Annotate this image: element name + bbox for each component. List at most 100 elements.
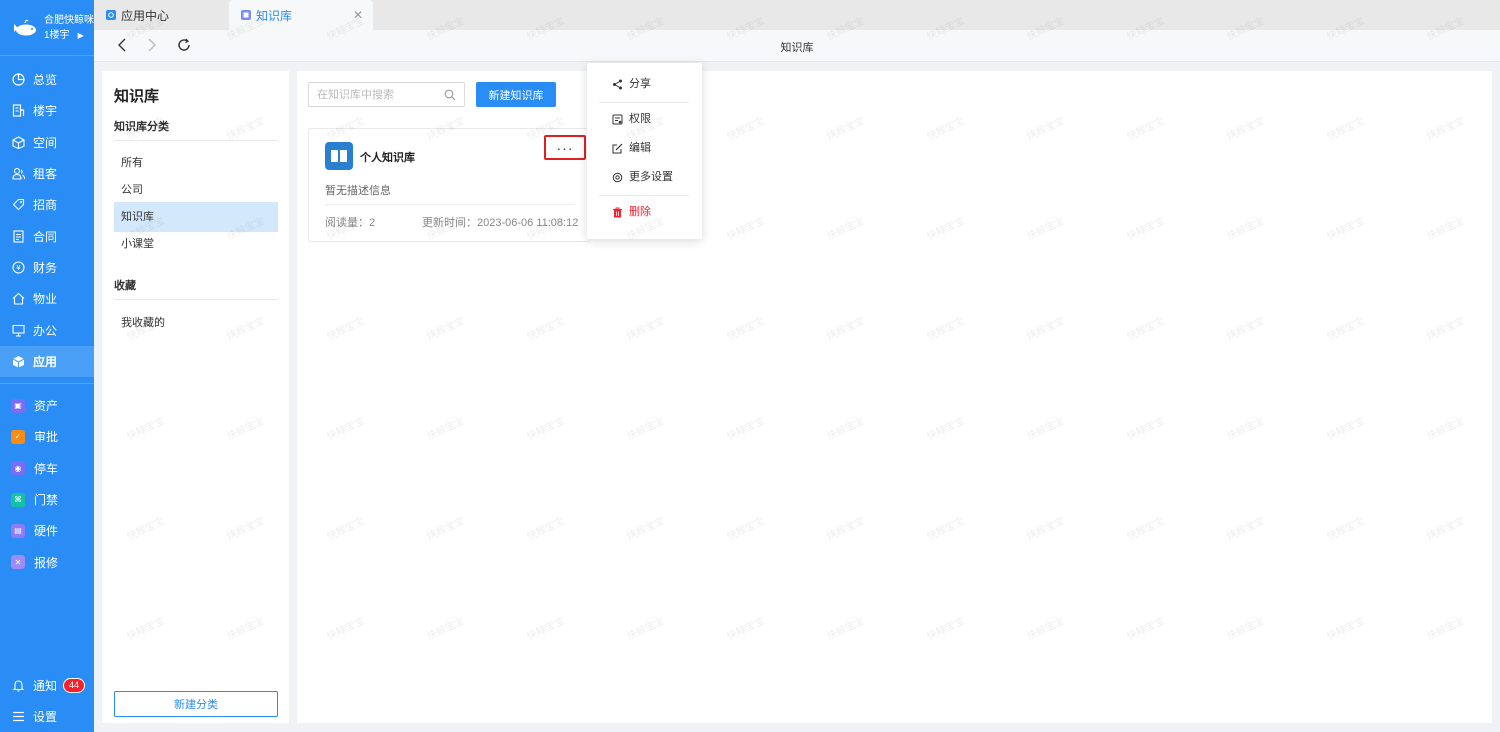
new-category-button[interactable]: 新建分类 — [114, 691, 278, 717]
knowledge-icon — [241, 10, 251, 20]
org-switcher[interactable]: 合肥快鲸咪 1楼宇 ▶ — [0, 0, 94, 56]
nav-item-asset[interactable]: ▣ 资产 — [0, 390, 94, 421]
search-box — [308, 82, 465, 107]
tab-bar: 应用中心 知识库 ✕ — [94, 0, 1500, 30]
nav-label: 招商 — [33, 198, 58, 213]
nav-item-hardware[interactable]: ▤ 硬件 — [0, 515, 94, 546]
category-item-classroom[interactable]: 小课堂 — [114, 229, 278, 259]
space-icon — [11, 135, 25, 149]
tenant-icon — [11, 167, 25, 181]
tab-knowledge-base[interactable]: 知识库 ✕ — [229, 0, 373, 30]
divider — [599, 102, 689, 103]
favorite-item-my-favorites[interactable]: 我收藏的 — [114, 308, 278, 338]
nav-item-parking[interactable]: ◉ 停车 — [0, 453, 94, 484]
org-name: 合肥快鲸咪 — [44, 14, 94, 26]
tag-icon — [11, 198, 25, 212]
gear-icon — [611, 171, 623, 183]
nav-item-property[interactable]: 物业 — [0, 283, 94, 314]
search-icon[interactable] — [444, 89, 456, 101]
nav-label: 资产 — [34, 399, 59, 414]
tab-label: 知识库 — [256, 8, 293, 23]
dashboard-icon — [11, 73, 25, 87]
svg-text:¥: ¥ — [16, 264, 21, 272]
menu-item-label: 编辑 — [629, 142, 651, 154]
nav-item-building[interactable]: 楼宇 — [0, 95, 94, 126]
category-section-title: 知识库分类 — [114, 121, 169, 133]
nav-item-apps[interactable]: 应用 — [0, 345, 94, 377]
knowledge-base-description: 暂无描述信息 — [325, 185, 391, 197]
menu-item-label: 分享 — [629, 78, 651, 90]
card-actions-menu: 分享 权限 编辑 更多设置 删除 — [587, 63, 702, 239]
nav-item-notifications[interactable]: 通知 44 — [0, 670, 94, 701]
nav-item-space[interactable]: 空间 — [0, 127, 94, 158]
close-icon[interactable]: ✕ — [353, 8, 363, 22]
new-knowledge-base-button[interactable]: 新建知识库 — [476, 82, 556, 107]
nav-label: 报修 — [34, 555, 59, 570]
nav-label: 硬件 — [34, 524, 59, 539]
tab-label: 应用中心 — [121, 8, 170, 23]
nav-item-office[interactable]: 办公 — [0, 314, 94, 345]
menu-item-share[interactable]: 分享 — [611, 74, 651, 94]
divider — [114, 299, 278, 300]
category-panel: 知识库 知识库分类 所有 公司 知识库 小课堂 收藏 我收藏的 新建分类 — [102, 71, 289, 723]
favorites-section-title: 收藏 — [114, 280, 136, 292]
menu-item-more-settings[interactable]: 更多设置 — [611, 167, 673, 187]
finance-icon: ¥ — [11, 260, 25, 274]
nav-label: 空间 — [33, 135, 58, 150]
nav-item-approval[interactable]: ✓ 审批 — [0, 421, 94, 452]
nav-label: 楼宇 — [33, 104, 58, 119]
nav-label: 审批 — [34, 430, 59, 445]
permission-icon — [611, 113, 623, 125]
sidebar-bottom: 通知 44 设置 — [0, 670, 94, 732]
nav-label: 通知 — [33, 679, 58, 693]
contract-icon — [11, 229, 25, 243]
nav-item-access[interactable]: ⌘ 门禁 — [0, 484, 94, 515]
nav-item-investment[interactable]: 招商 — [0, 189, 94, 220]
updated-time: 更新时间：2023-06-06 11:08:12 — [422, 217, 579, 229]
nav-item-overview[interactable]: 总览 — [0, 64, 94, 95]
nav-label: 合同 — [33, 229, 58, 244]
page-title: 知识库 — [780, 42, 814, 54]
search-input[interactable] — [317, 88, 444, 101]
menu-lines-icon — [11, 710, 25, 724]
nav-item-tenant[interactable]: 租客 — [0, 158, 94, 189]
share-icon — [611, 78, 623, 90]
divider — [114, 140, 278, 141]
read-count: 阅读量：2 — [325, 217, 376, 229]
app-sidebar: 合肥快鲸咪 1楼宇 ▶ 总览 楼宇 空间 租客 招商 合同 ¥ 财务 物业 办公… — [0, 0, 94, 732]
building-icon — [11, 104, 25, 118]
bell-icon — [11, 679, 25, 693]
access-icon: ⌘ — [11, 492, 25, 507]
nav-item-finance[interactable]: ¥ 财务 — [0, 252, 94, 283]
divider — [325, 204, 575, 205]
hardware-icon: ▤ — [11, 523, 25, 538]
nav-label: 停车 — [34, 461, 59, 476]
nav-label: 门禁 — [34, 493, 59, 507]
edit-icon — [611, 142, 623, 154]
knowledge-base-name: 个人知识库 — [360, 152, 415, 164]
category-item-all[interactable]: 所有 — [114, 148, 278, 178]
knowledge-base-list-panel: 新建知识库 个人知识库 ··· 暂无描述信息 阅读量：2 更新时间：2023-0… — [297, 71, 1492, 723]
nav-divider — [0, 382, 94, 384]
knowledge-base-card[interactable]: 个人知识库 ··· 暂无描述信息 阅读量：2 更新时间：2023-06-06 1… — [308, 128, 591, 242]
nav-item-settings[interactable]: 设置 — [0, 701, 94, 732]
more-actions-button[interactable]: ··· — [544, 135, 586, 160]
nav-item-contract[interactable]: 合同 — [0, 220, 94, 251]
menu-item-delete[interactable]: 删除 — [611, 202, 651, 222]
nav-item-repair[interactable]: ✕ 报修 — [0, 546, 94, 577]
whale-logo-icon — [10, 18, 38, 38]
menu-item-label: 更多设置 — [629, 171, 673, 183]
nav-label: 租客 — [33, 167, 58, 182]
menu-item-edit[interactable]: 编辑 — [611, 138, 651, 158]
nav-label: 办公 — [33, 323, 58, 338]
menu-item-label: 权限 — [629, 113, 651, 125]
menu-item-permissions[interactable]: 权限 — [611, 109, 651, 129]
category-item-company[interactable]: 公司 — [114, 175, 278, 205]
repair-icon: ✕ — [11, 555, 25, 570]
app-cube-icon — [11, 354, 25, 368]
category-item-knowledge[interactable]: 知识库 — [114, 202, 278, 232]
main-nav: 总览 楼宇 空间 租客 招商 合同 ¥ 财务 物业 办公 应用 — [0, 56, 94, 377]
divider — [599, 195, 689, 196]
asset-icon: ▣ — [11, 398, 25, 413]
tab-app-center[interactable]: 应用中心 — [106, 0, 169, 30]
